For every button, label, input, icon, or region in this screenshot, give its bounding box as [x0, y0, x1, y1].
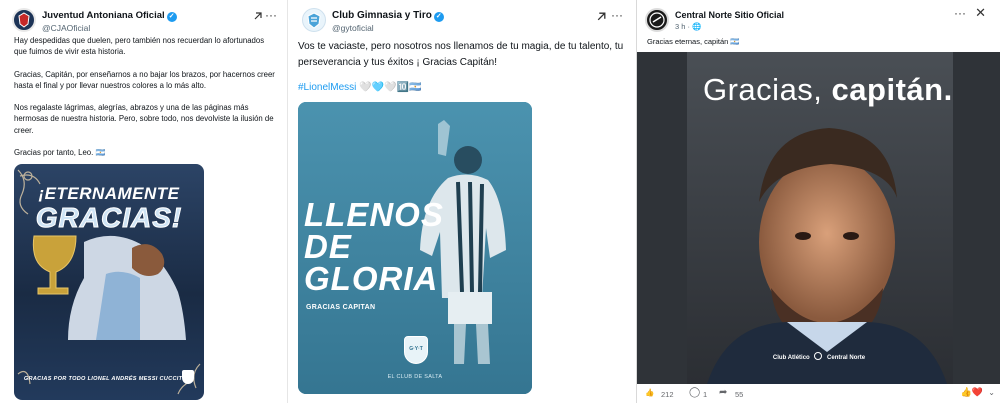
post-header: Central Norte Sitio Oficial 3 h · 🌐 ··· …: [645, 5, 992, 38]
post-text: Gracias eternas, capitán 🇦🇷: [647, 37, 740, 46]
post-timestamp[interactable]: 3 h · 🌐: [675, 22, 701, 31]
club-crest-icon: [649, 12, 665, 28]
comment-count: 1: [703, 390, 708, 399]
post-image[interactable]: ¡ETERNAMENTE GRACIAS! GRACIAS POR TODO L…: [14, 164, 204, 400]
avatar[interactable]: [12, 8, 36, 32]
image-caption: GRACIAS CAPITAN: [306, 304, 376, 311]
post-paragraph: Nos regalaste lágrimas, alegrías, abrazo…: [14, 103, 274, 135]
club-crest-icon: [307, 12, 321, 29]
hashtag-link[interactable]: #LionelMessi: [298, 82, 356, 93]
grok-icon[interactable]: [253, 11, 263, 24]
chevron-down-icon[interactable]: ⌄: [988, 388, 995, 397]
image-caption: GRACIAS POR TODO LIONEL ANDRÉS MESSI CUC…: [23, 376, 195, 382]
club-crest-icon: [182, 370, 194, 384]
club-shield-icon: G·Y·T: [404, 336, 428, 364]
reaction-icons[interactable]: 👍❤️: [961, 387, 983, 398]
post-juventud-antoniana: Juventud Antoniana Oficial ✓ @CJAOficial …: [0, 0, 285, 403]
grok-icon[interactable]: [596, 11, 607, 25]
reaction-bar: 👍 212 ◯ 1 ➦ 55 👍❤️ ⌄: [645, 387, 995, 402]
like-icon[interactable]: 👍: [645, 388, 654, 397]
verified-badge-icon: ✓: [433, 12, 444, 22]
post-text: Hay despedidas que duelen, pero también …: [14, 35, 276, 169]
share-icon[interactable]: ➦: [719, 387, 727, 398]
post-tags: #LionelMessi 🤍🩵🤍🔟🇦🇷: [298, 81, 421, 95]
comment-icon[interactable]: ◯: [689, 387, 700, 398]
close-icon[interactable]: ✕: [975, 5, 986, 21]
avatar[interactable]: [645, 8, 669, 32]
author-name[interactable]: Juventud Antoniana Oficial ✓: [42, 10, 177, 22]
image-title-line: DE: [304, 228, 352, 265]
image-footer: Club Atlético Central Norte: [637, 352, 1000, 361]
post-central-norte: Central Norte Sitio Oficial 3 h · 🌐 ··· …: [636, 0, 1000, 403]
image-footer-left: Club Atlético: [772, 355, 810, 361]
post-paragraph: Gracias, Capitán, por enseñarnos a no ba…: [14, 69, 275, 90]
post-image[interactable]: LLENOS DE GLORIA GRACIAS CAPITAN G·Y·T E…: [298, 102, 532, 394]
post-paragraph: Gracias por tanto, Leo. 🇦🇷: [14, 147, 106, 157]
image-title-bold: capitán.: [831, 72, 953, 107]
image-headline-large: GRACIAS!: [35, 202, 183, 234]
like-count: 212: [661, 390, 674, 399]
image-footer: EL CLUB DE SALTA: [387, 374, 443, 380]
verified-badge-icon: ✓: [166, 12, 177, 22]
post-gimnasia-y-tiro: Club Gimnasia y Tiro ✓ @gytoficial ··· Vo…: [287, 0, 633, 403]
post-header: Juventud Antoniana Oficial ✓ @CJAOficial …: [12, 8, 277, 38]
post-header: Club Gimnasia y Tiro ✓ @gytoficial ···: [302, 8, 625, 38]
author-name[interactable]: Club Gimnasia y Tiro ✓: [332, 10, 444, 22]
image-title: Gracias, capitán.: [703, 72, 953, 108]
more-options-icon[interactable]: ···: [265, 8, 277, 22]
image-title-line: GLORIA: [304, 260, 439, 297]
author-handle[interactable]: @CJAOficial: [42, 23, 90, 33]
post-text: Vos te vaciaste, pero nosotros nos llena…: [298, 41, 624, 68]
post-image[interactable]: Gracias, capitán. Club Atlético Central …: [637, 52, 1000, 384]
shield-text: G·Y·T: [409, 346, 423, 352]
author-name[interactable]: Central Norte Sitio Oficial: [675, 10, 784, 20]
post-paragraph: Hay despedidas que duelen, pero también …: [14, 36, 265, 57]
share-count: 55: [735, 390, 744, 399]
more-options-icon[interactable]: ···: [611, 8, 623, 22]
image-title-line: LLENOS: [304, 196, 444, 233]
club-crest-icon: [18, 12, 30, 28]
image-title-light: Gracias,: [703, 72, 823, 107]
author-handle[interactable]: @gytoficial: [332, 23, 374, 33]
club-logo-icon: [814, 352, 823, 360]
image-headline: ¡ETERNAMENTE: [38, 184, 180, 203]
avatar[interactable]: [302, 8, 326, 32]
more-options-icon[interactable]: ···: [954, 6, 966, 20]
emoji-row: 🤍🩵🤍🔟🇦🇷: [359, 82, 422, 93]
image-footer-right: Central Norte: [827, 355, 866, 361]
